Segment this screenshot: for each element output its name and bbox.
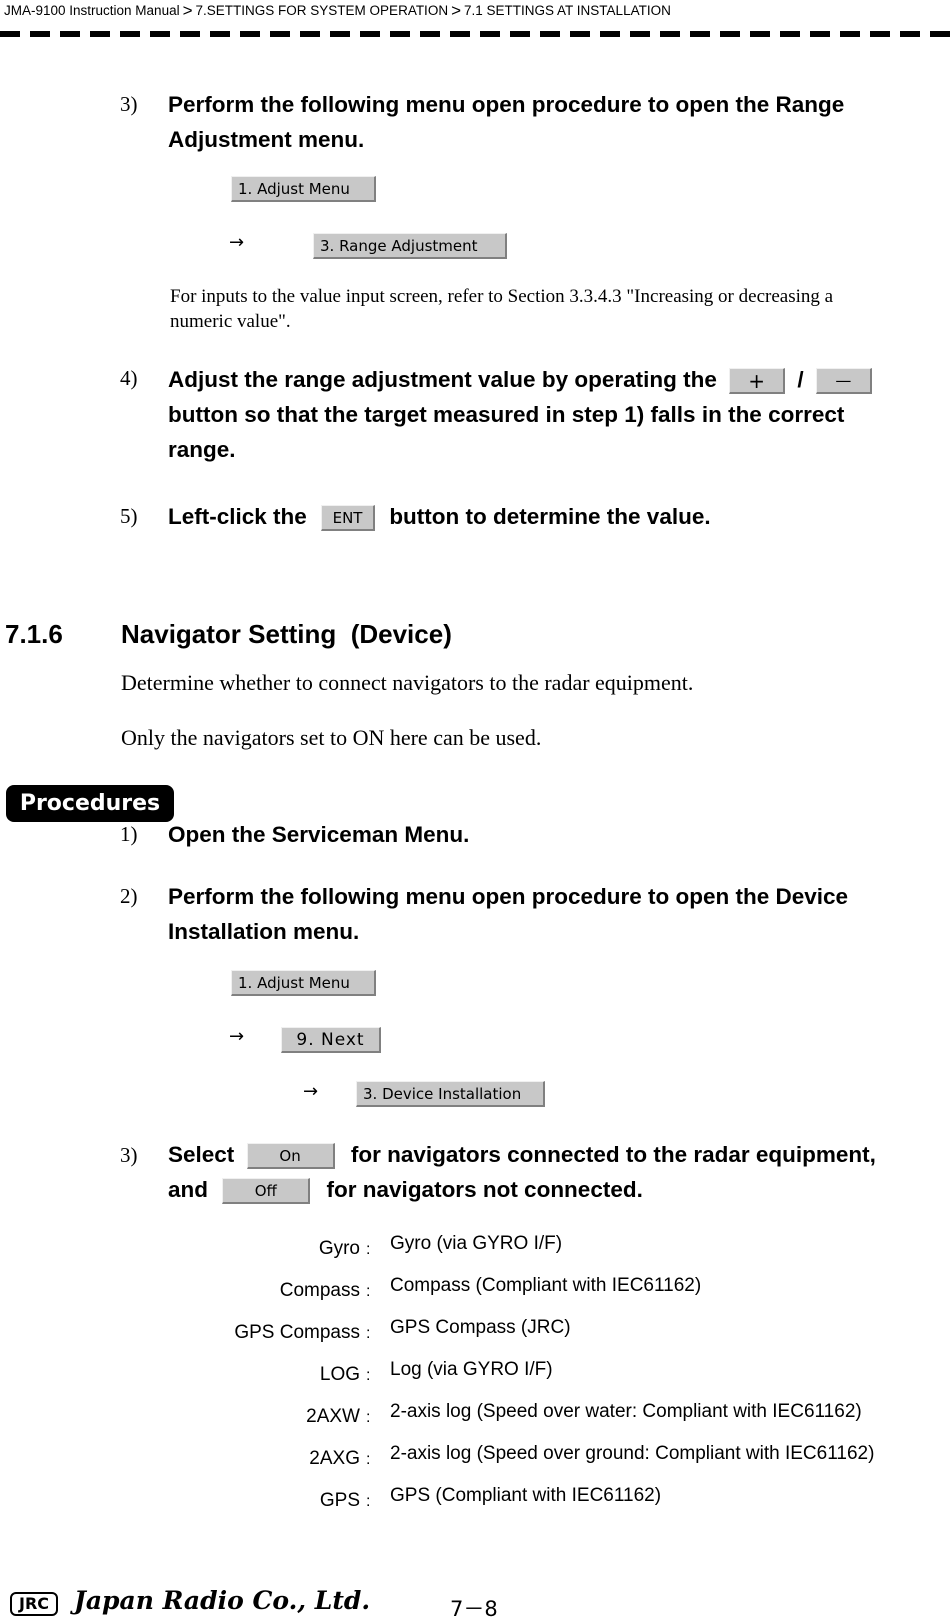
step-text-line: range. <box>168 437 236 462</box>
step-number: 3) <box>120 92 138 116</box>
device-description: 2-axis log (Speed over water: Compliant … <box>390 1401 862 1422</box>
breadcrumb-separator: > <box>451 1 462 20</box>
device-colon: : <box>366 1325 371 1342</box>
device-colon: : <box>366 1451 371 1468</box>
device-description: Log (via GYRO I/F) <box>390 1359 553 1380</box>
step-text: Perform the following menu open procedur… <box>168 879 948 949</box>
arrow-icon: → <box>229 1026 245 1047</box>
header-divider <box>0 31 952 37</box>
adjust-menu-button[interactable]: 1. Adjust Menu <box>231 176 376 202</box>
device-colon: : <box>366 1367 371 1384</box>
breadcrumb-item: 7.SETTINGS FOR SYSTEM OPERATION <box>195 3 449 18</box>
plus-button[interactable]: + <box>729 368 786 395</box>
device-description: Compass (Compliant with IEC61162) <box>390 1275 702 1296</box>
step-text-line: Perform the following menu open procedur… <box>168 884 849 909</box>
step-text-part: button to determine the value. <box>389 504 711 529</box>
procedures-badge: Procedures <box>6 785 174 822</box>
device-colon: : <box>366 1409 371 1426</box>
breadcrumb: JMA-9100 Instruction Manual >7.SETTINGS F… <box>4 0 671 20</box>
step-text-part: for navigators not connected. <box>326 1177 643 1202</box>
step-text-part: for navigators connected to the radar eq… <box>350 1142 876 1167</box>
on-button[interactable]: On <box>246 1143 335 1170</box>
section-paragraph: Determine whether to connect navigators … <box>121 670 694 695</box>
device-colon: : <box>366 1493 371 1510</box>
minus-button[interactable]: — <box>815 368 872 395</box>
section-paragraph: Only the navigators set to ON here can b… <box>121 725 542 750</box>
step-text-part: Select <box>168 1142 235 1167</box>
breadcrumb-item: JMA-9100 Instruction Manual <box>4 3 180 18</box>
step-number: 4) <box>120 366 138 390</box>
device-label: GPS <box>319 1490 360 1511</box>
step-text-line: button so that the target measured in st… <box>168 402 845 427</box>
note-line: For inputs to the value input screen, re… <box>170 286 834 307</box>
section-number: 7.1.6 <box>5 619 63 649</box>
breadcrumb-item: 7.1 SETTINGS AT INSTALLATION <box>464 3 671 18</box>
next-button[interactable]: 9. Next <box>281 1027 381 1053</box>
step-text-line: Adjustment menu. <box>168 127 365 152</box>
step-number: 3) <box>120 1143 138 1167</box>
device-label: Gyro <box>318 1238 360 1259</box>
device-label: GPS Compass <box>234 1322 360 1343</box>
page-number: 7－8 <box>450 1597 498 1621</box>
step-text: Adjust the range adjustment value by ope… <box>168 362 952 467</box>
range-adjustment-button[interactable]: 3. Range Adjustment <box>313 233 507 259</box>
arrow-icon: → <box>303 1081 319 1102</box>
device-description: Gyro (via GYRO I/F) <box>390 1233 563 1254</box>
adjust-menu-button[interactable]: 1. Adjust Menu <box>231 970 376 996</box>
jrc-logo: JRC <box>10 1592 58 1616</box>
step-number: 2) <box>120 884 138 908</box>
device-label: Compass <box>279 1280 360 1301</box>
device-description: 2-axis log (Speed over ground: Compliant… <box>390 1443 875 1464</box>
arrow-icon: → <box>229 232 245 253</box>
step-text: Select On for navigators connected to th… <box>168 1137 952 1207</box>
step-text-line: Installation menu. <box>168 919 360 944</box>
step-text: Left-click the ENT button to determine t… <box>168 499 711 534</box>
step-text: Open the Serviceman Menu. <box>168 822 470 847</box>
device-colon: : <box>366 1283 371 1300</box>
step-number: 5) <box>120 504 138 528</box>
step-text-part: Adjust the range adjustment value by ope… <box>168 367 717 392</box>
device-colon: : <box>366 1241 371 1258</box>
device-label: LOG <box>319 1364 360 1385</box>
device-description: GPS (Compliant with IEC61162) <box>390 1485 662 1506</box>
ent-button[interactable]: ENT <box>321 505 376 532</box>
reference-note: For inputs to the value input screen, re… <box>170 284 950 334</box>
breadcrumb-separator: > <box>182 1 193 20</box>
company-name-logo: Japan Radio Co., Ltd. <box>74 1586 371 1615</box>
note-line: numeric value". <box>170 311 291 332</box>
step-number: 1) <box>120 822 138 846</box>
step-text-part: and <box>168 1177 209 1202</box>
device-description: GPS Compass (JRC) <box>390 1317 571 1338</box>
device-installation-button[interactable]: 3. Device Installation <box>356 1081 545 1107</box>
slash: / <box>797 367 804 392</box>
section-title: Navigator Setting (Device) <box>121 619 452 649</box>
step-text-part: Left-click the <box>168 504 307 529</box>
step-text: Perform the following menu open procedur… <box>168 87 948 157</box>
device-label: 2AXW <box>306 1406 360 1427</box>
step-text-line: Perform the following menu open procedur… <box>168 92 845 117</box>
device-label: 2AXG <box>309 1448 360 1469</box>
off-button[interactable]: Off <box>222 1178 311 1205</box>
